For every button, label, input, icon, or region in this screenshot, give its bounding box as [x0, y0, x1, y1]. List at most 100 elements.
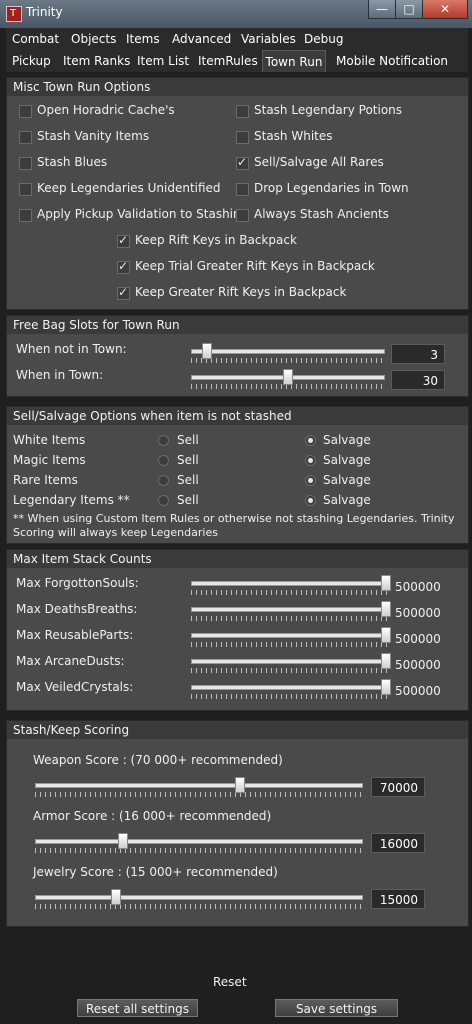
- bag-slot-slider-thumb[interactable]: [283, 369, 293, 385]
- checkbox-stash-whites[interactable]: [236, 131, 249, 144]
- stack-count-slider-track[interactable]: [191, 685, 391, 690]
- checkbox-keep-trial-greater-rift-keys-in-backpack[interactable]: [117, 259, 130, 274]
- main-menu: Combat Objects Items Advanced Variables …: [6, 28, 468, 50]
- stack-count-slider-track[interactable]: [191, 633, 391, 638]
- stack-count-slider-track[interactable]: [191, 659, 391, 664]
- checkbox-open-horadric-cache-s[interactable]: [19, 105, 32, 118]
- checkbox-keep-greater-rift-keys-in-backpack[interactable]: [117, 285, 130, 300]
- checkbox-label: Drop Legendaries in Town: [254, 181, 409, 195]
- close-icon[interactable]: ✕: [422, 0, 468, 19]
- group-title: Free Bag Slots for Town Run: [7, 316, 468, 334]
- group-title: Sell/Salvage Options when item is not st…: [7, 407, 468, 425]
- group-title: Stash/Keep Scoring: [7, 721, 468, 739]
- checkbox-label: Apply Pickup Validation to Stashing: [37, 207, 249, 221]
- score-label: Jewelry Score : (15 000+ recommended): [33, 865, 278, 879]
- sell-radio[interactable]: [158, 435, 169, 446]
- menu-variables[interactable]: Variables: [241, 28, 296, 50]
- checkbox-label: Stash Vanity Items: [37, 129, 150, 143]
- checkbox-drop-legendaries-in-town[interactable]: [236, 183, 249, 196]
- checkbox-label: Sell/Salvage All Rares: [254, 155, 384, 169]
- stack-count-slider-thumb[interactable]: [381, 627, 391, 643]
- stack-count-value: 500000: [395, 658, 441, 672]
- minimize-icon[interactable]: —: [368, 0, 396, 19]
- stack-count-slider-ticks: [191, 616, 389, 621]
- save-settings-button[interactable]: Save settings: [275, 999, 398, 1017]
- sell-radio[interactable]: [158, 475, 169, 486]
- trinity-app-icon: T: [6, 6, 22, 22]
- stack-count-slider-thumb[interactable]: [381, 601, 391, 617]
- sell-label: Sell: [177, 473, 199, 487]
- score-slider-thumb[interactable]: [235, 777, 245, 793]
- sell-label: Sell: [177, 433, 199, 447]
- tab-itemrules[interactable]: ItemRules: [198, 50, 258, 72]
- checkbox-stash-blues[interactable]: [19, 157, 32, 170]
- stack-count-value: 500000: [395, 684, 441, 698]
- salvage-radio[interactable]: [305, 435, 316, 446]
- checkbox-keep-legendaries-unidentified[interactable]: [19, 183, 32, 196]
- score-slider-ticks: [35, 904, 361, 909]
- bag-slot-value[interactable]: 3: [391, 344, 445, 364]
- checkbox-sell-salvage-all-rares[interactable]: [236, 155, 249, 170]
- bag-slot-slider-track[interactable]: [191, 349, 385, 354]
- menu-debug[interactable]: Debug: [304, 28, 343, 50]
- checkbox-label: Keep Legendaries Unidentified: [37, 181, 221, 195]
- stack-count-slider-thumb[interactable]: [381, 679, 391, 695]
- score-value[interactable]: 70000: [371, 777, 425, 797]
- checkbox-keep-rift-keys-in-backpack[interactable]: [117, 233, 130, 248]
- bag-slot-slider-thumb[interactable]: [202, 343, 212, 359]
- score-slider-track[interactable]: [35, 839, 363, 844]
- max-stack-counts-group: Max Item Stack Counts Max ForgottonSouls…: [6, 549, 469, 711]
- score-slider-thumb[interactable]: [111, 889, 121, 905]
- stack-count-label: Max ArcaneDusts:: [16, 654, 125, 668]
- score-slider-thumb[interactable]: [118, 833, 128, 849]
- score-slider-track[interactable]: [35, 783, 363, 788]
- stack-count-label: Max ForgottonSouls:: [16, 576, 139, 590]
- score-slider-ticks: [35, 792, 361, 797]
- sell-label: Sell: [177, 453, 199, 467]
- stack-count-slider-thumb[interactable]: [381, 575, 391, 591]
- stack-count-value: 500000: [395, 632, 441, 646]
- score-value[interactable]: 16000: [371, 833, 425, 853]
- sell-radio[interactable]: [158, 455, 169, 466]
- item-type-label: Rare Items: [13, 473, 78, 487]
- score-slider-track[interactable]: [35, 895, 363, 900]
- stack-count-slider-track[interactable]: [191, 581, 391, 586]
- maximize-icon[interactable]: □: [395, 0, 423, 19]
- reset-button[interactable]: Reset: [213, 973, 247, 991]
- salvage-label: Salvage: [323, 473, 371, 487]
- menu-objects[interactable]: Objects: [71, 28, 116, 50]
- tab-town-run[interactable]: Town Run: [262, 50, 326, 72]
- salvage-radio[interactable]: [305, 455, 316, 466]
- salvage-radio[interactable]: [305, 495, 316, 506]
- checkbox-label: Keep Trial Greater Rift Keys in Backpack: [135, 259, 375, 273]
- bag-slot-value[interactable]: 30: [391, 370, 445, 390]
- item-type-label: White Items: [13, 433, 86, 447]
- checkbox-label: Stash Whites: [254, 129, 333, 143]
- stack-count-slider-ticks: [191, 668, 389, 673]
- stack-count-slider-thumb[interactable]: [381, 653, 391, 669]
- stack-count-label: Max DeathsBreaths:: [16, 602, 138, 616]
- checkbox-stash-vanity-items[interactable]: [19, 131, 32, 144]
- score-slider-ticks: [35, 848, 361, 853]
- checkbox-label: Always Stash Ancients: [254, 207, 389, 221]
- tab-pickup[interactable]: Pickup: [12, 50, 51, 72]
- score-value[interactable]: 15000: [371, 889, 425, 909]
- reset-all-settings-button[interactable]: Reset all settings: [77, 999, 198, 1017]
- salvage-label: Salvage: [323, 433, 371, 447]
- tab-mobile-notification[interactable]: Mobile Notification: [336, 50, 448, 72]
- sell-radio[interactable]: [158, 495, 169, 506]
- menu-advanced[interactable]: Advanced: [172, 28, 231, 50]
- checkbox-label: Keep Rift Keys in Backpack: [135, 233, 297, 247]
- menu-items[interactable]: Items: [126, 28, 160, 50]
- stack-count-slider-track[interactable]: [191, 607, 391, 612]
- group-title: Max Item Stack Counts: [7, 550, 468, 568]
- checkbox-stash-legendary-potions[interactable]: [236, 105, 249, 118]
- bag-slot-label: When not in Town:: [16, 342, 127, 356]
- bag-slot-slider-ticks: [191, 358, 383, 363]
- tab-item-ranks[interactable]: Item Ranks: [63, 50, 130, 72]
- menu-combat[interactable]: Combat: [12, 28, 59, 50]
- salvage-radio[interactable]: [305, 475, 316, 486]
- tab-item-list[interactable]: Item List: [137, 50, 189, 72]
- checkbox-always-stash-ancients[interactable]: [236, 209, 249, 222]
- checkbox-apply-pickup-validation-to-stashing[interactable]: [19, 209, 32, 222]
